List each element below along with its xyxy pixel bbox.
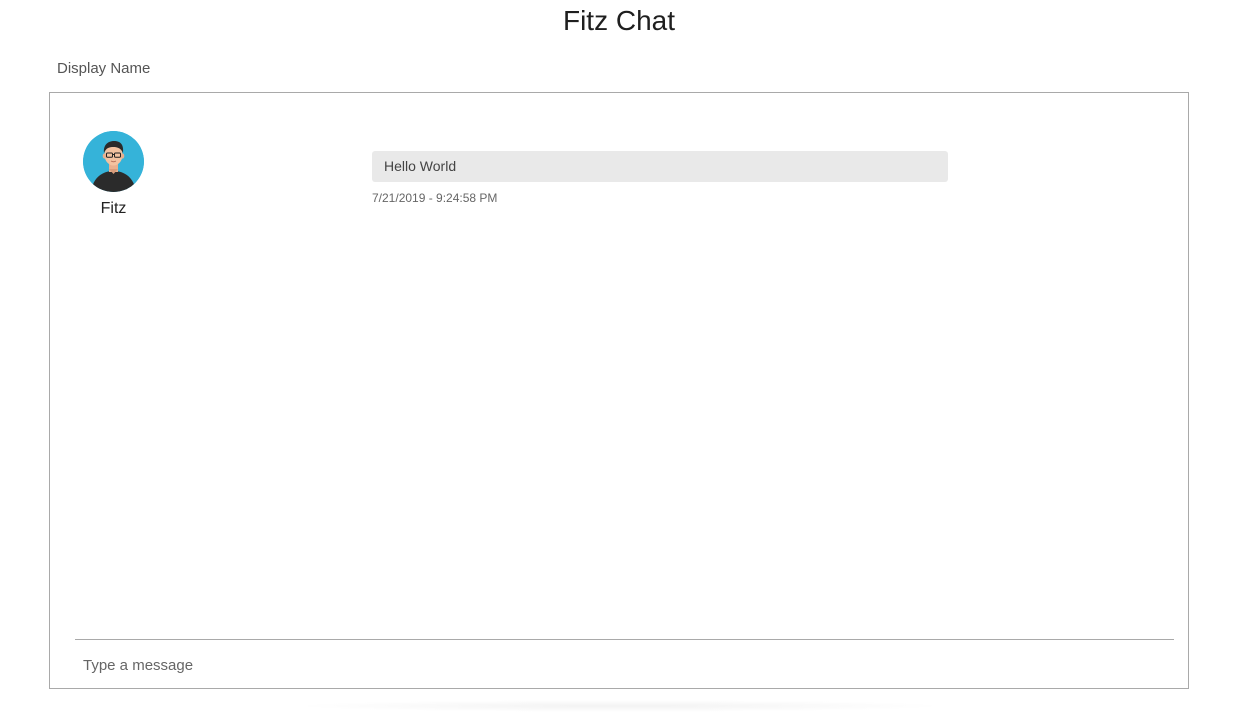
page-title: Fitz Chat	[562, 5, 676, 36]
message-timestamp: 7/21/2019 - 9:24:58 PM	[372, 191, 498, 205]
avatar-illustration	[83, 131, 144, 192]
message-item: Fitz Hello World 7/21/2019 - 9:24:58 PM	[83, 131, 983, 231]
user-avatar-icon	[83, 131, 144, 192]
chat-window: Fitz Hello World 7/21/2019 - 9:24:58 PM	[49, 92, 1189, 689]
display-name-input[interactable]	[57, 60, 457, 78]
message-input[interactable]	[83, 655, 1163, 675]
chat-page: Fitz Chat Display Name Fitz Hello World …	[0, 0, 1244, 712]
message-bubble: Hello World	[372, 151, 948, 182]
message-author: Fitz	[100, 200, 127, 217]
composer-divider	[75, 639, 1174, 640]
bottom-shadow	[290, 700, 950, 712]
